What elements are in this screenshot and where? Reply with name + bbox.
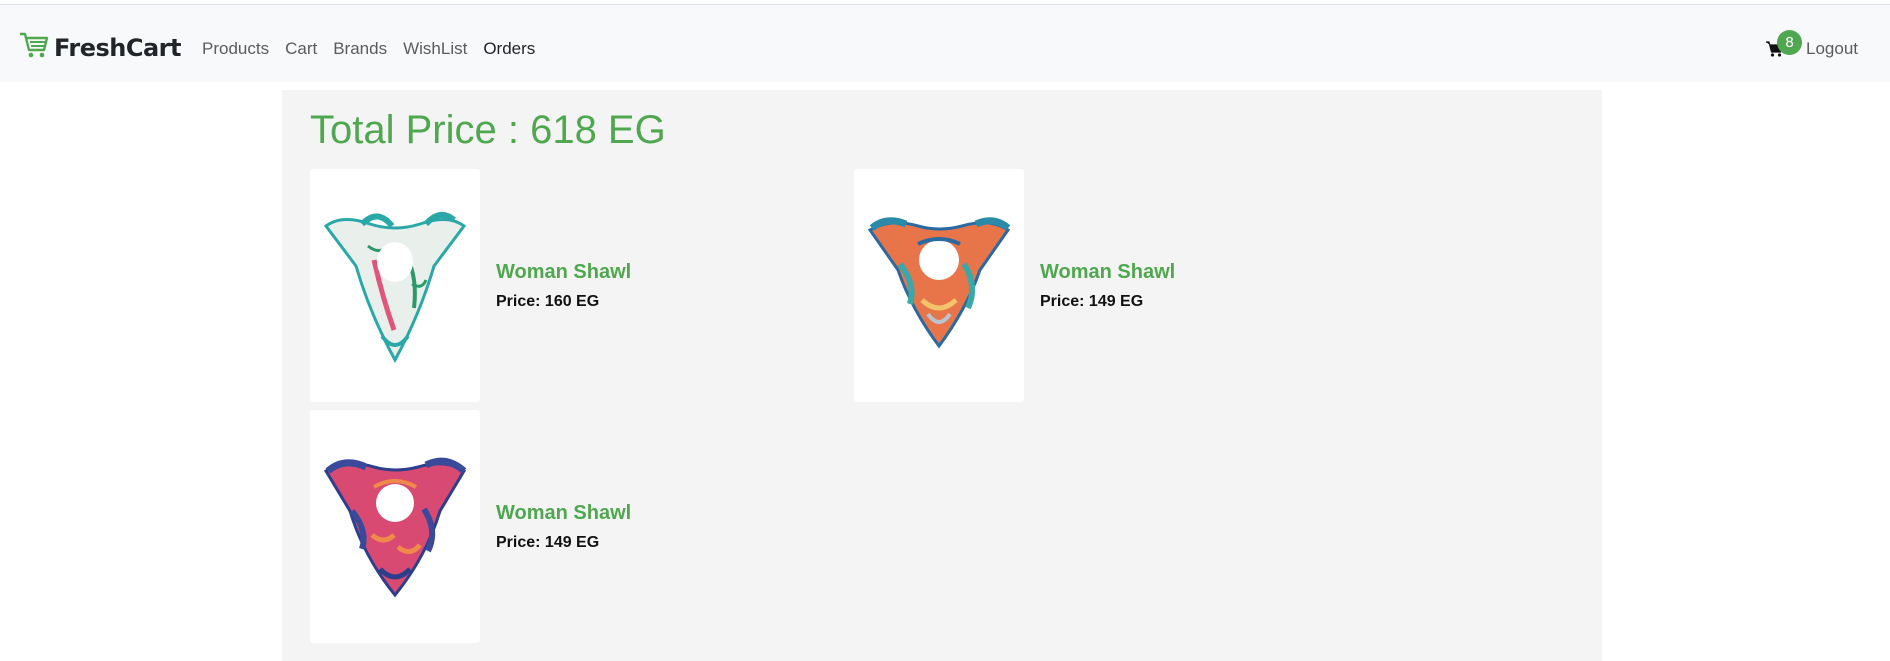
nav-link-cart[interactable]: Cart <box>285 39 317 59</box>
product-image <box>310 410 480 643</box>
product-price: Price: 149 EG <box>1040 293 1144 310</box>
product-image <box>854 169 1024 402</box>
nav-link-orders[interactable]: Orders <box>483 39 535 59</box>
product-name[interactable]: Woman Shawl <box>1040 261 1175 284</box>
cart-panel: Total Price : 618 EG Woman Shawl Price: … <box>282 90 1602 661</box>
nav-link-brands[interactable]: Brands <box>333 39 387 59</box>
product-name[interactable]: Woman Shawl <box>496 502 631 525</box>
product-price: Price: 149 EG <box>496 534 600 551</box>
product-price: Price: 160 EG <box>496 293 600 310</box>
nav-link-wishlist[interactable]: WishList <box>403 39 467 59</box>
cart-item: Woman Shawl Price: 149 EG <box>310 410 830 643</box>
cart-count-badge: 8 <box>1777 30 1802 55</box>
total-price: Total Price : 618 EG <box>310 108 666 152</box>
brand-name: FreshCart <box>54 33 181 62</box>
brand-logo[interactable]: FreshCart <box>19 31 181 64</box>
nav-links: Products Cart Brands WishList Orders <box>202 39 551 59</box>
cart-logo-icon <box>19 31 49 64</box>
cart-item: Woman Shawl Price: 149 EG <box>854 169 1374 402</box>
nav-link-products[interactable]: Products <box>202 39 269 59</box>
product-image <box>310 169 480 402</box>
product-name[interactable]: Woman Shawl <box>496 261 631 284</box>
cart-item: Woman Shawl Price: 160 EG <box>310 169 830 402</box>
logout-link[interactable]: Logout <box>1806 39 1858 59</box>
navbar: FreshCart Products Cart Brands WishList … <box>0 5 1890 82</box>
